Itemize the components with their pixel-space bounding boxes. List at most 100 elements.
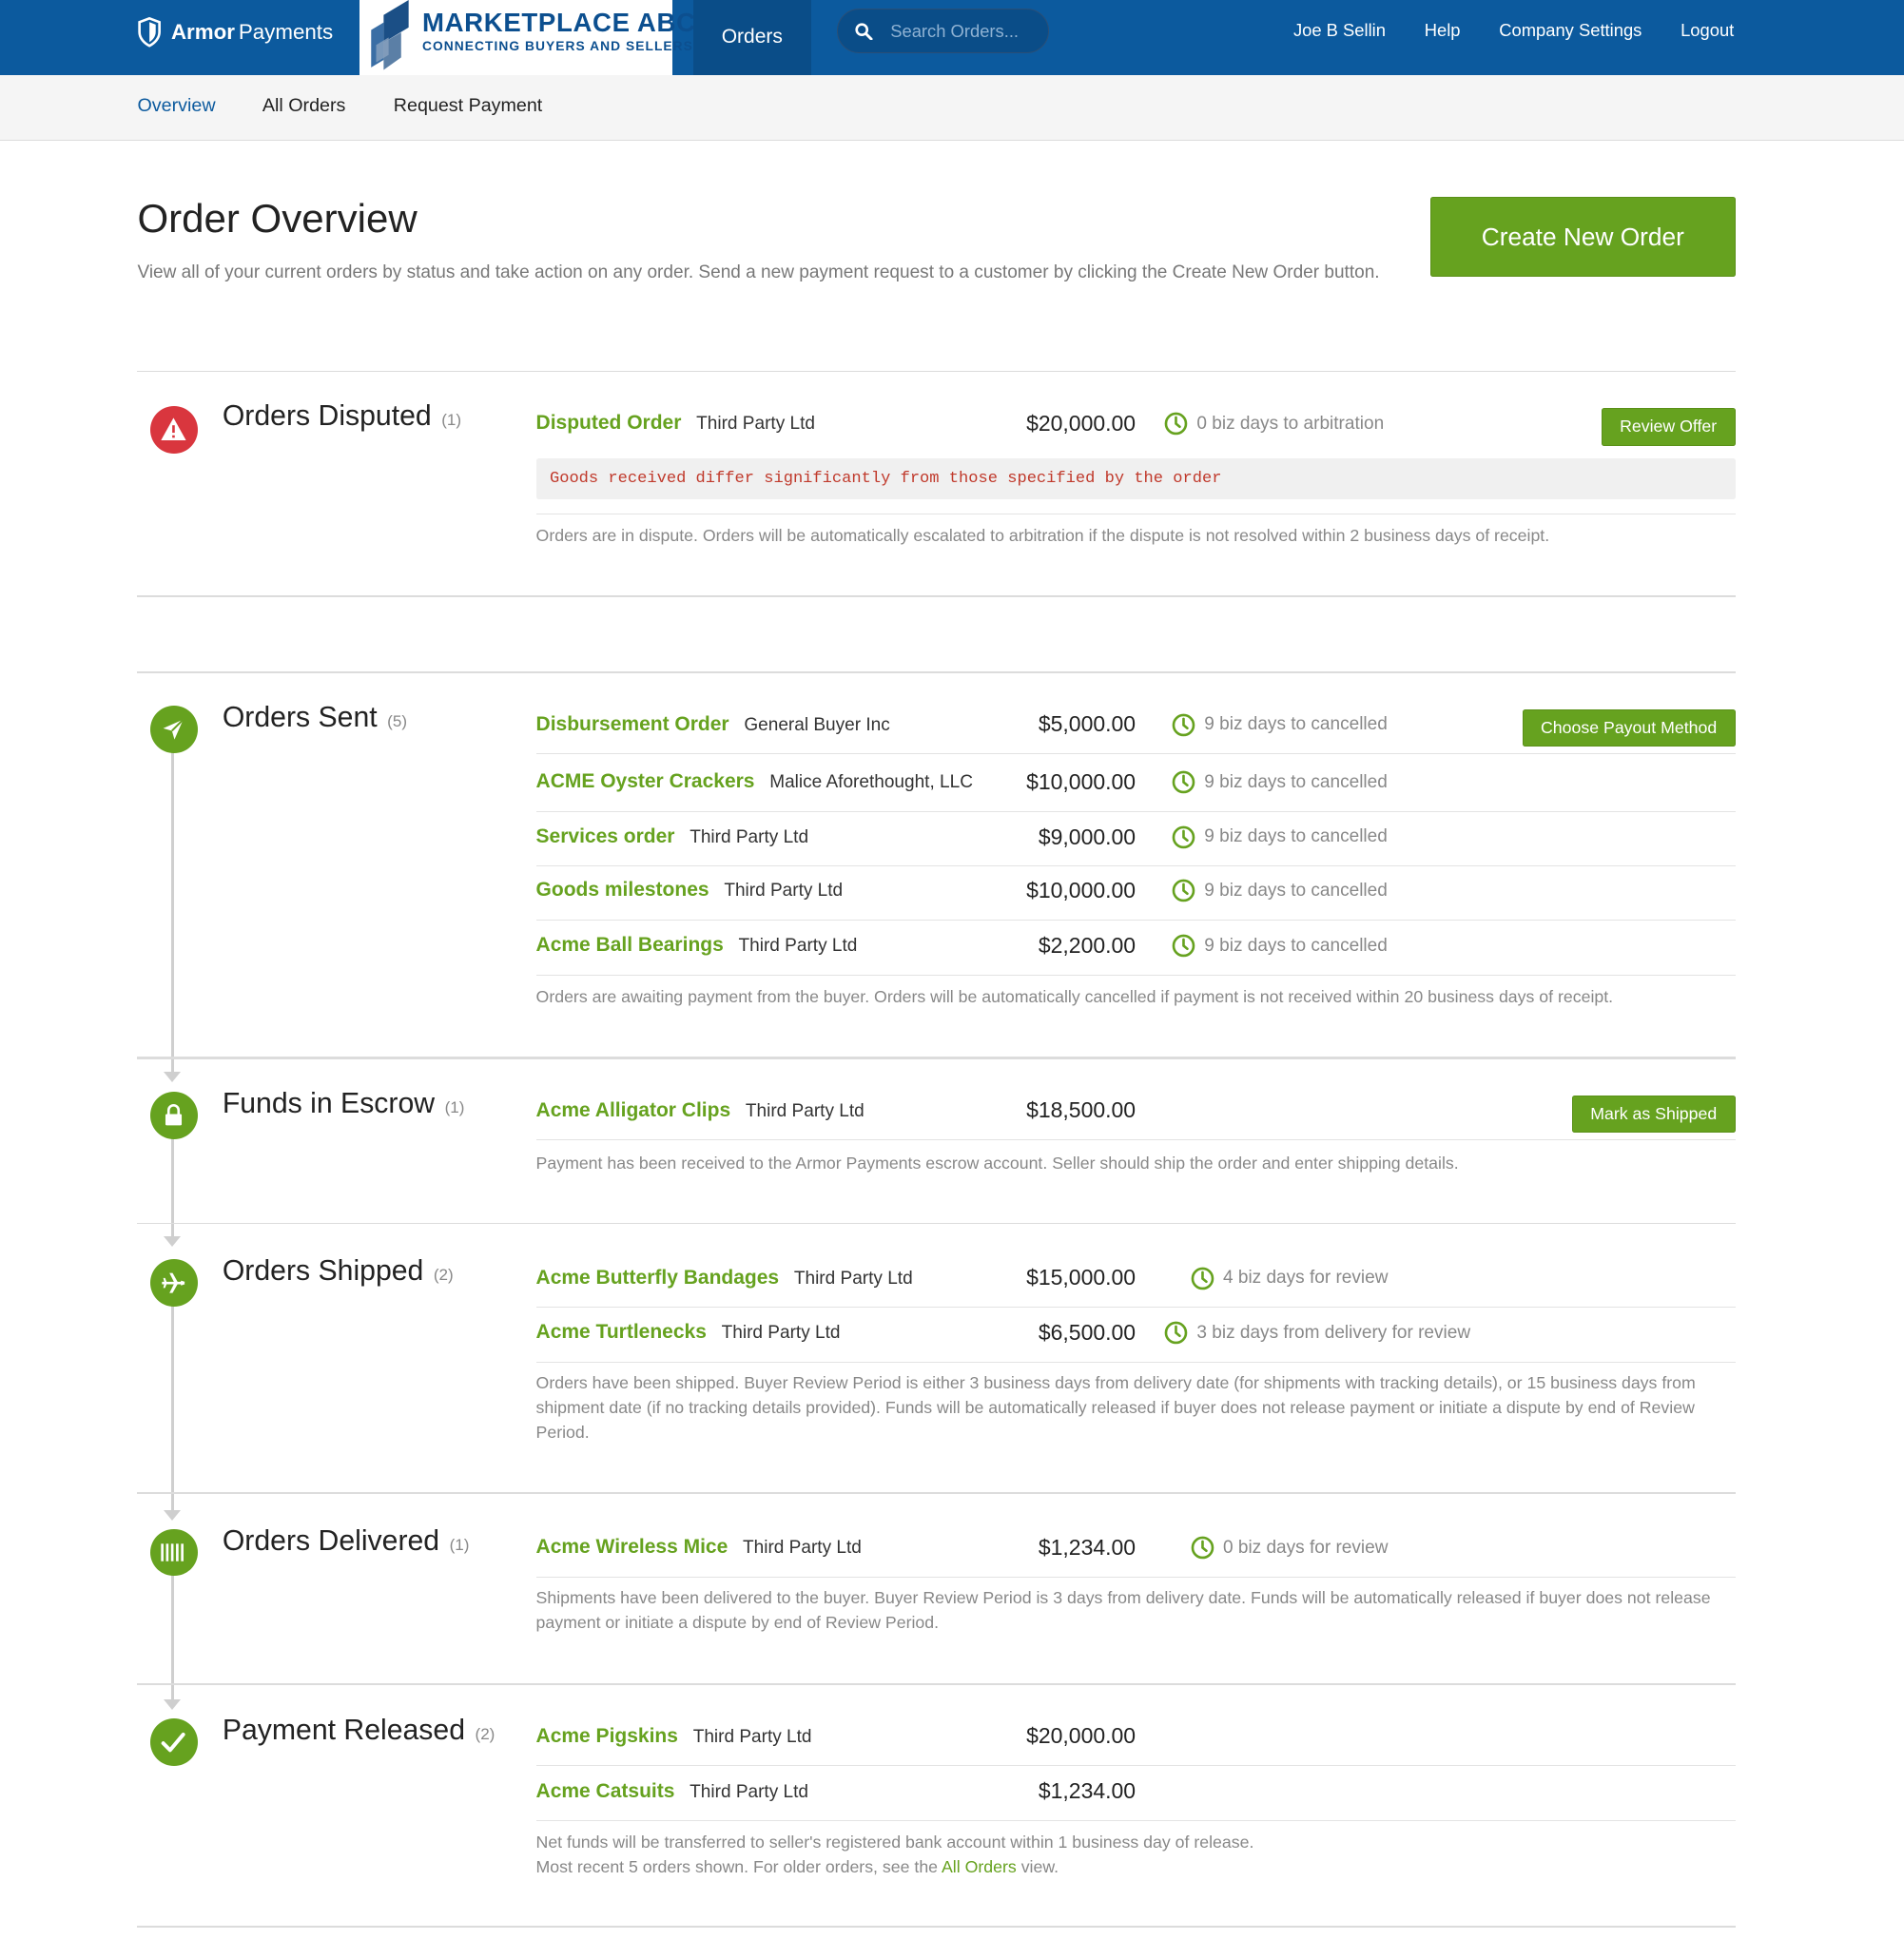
order-row: Disbursement Order General Buyer Inc $5,0… [535, 699, 1736, 755]
order-amount: $6,500.00 [1038, 1320, 1137, 1346]
order-row: Acme Catsuits Third Party Ltd $1,234.00 [535, 1766, 1736, 1821]
barcode-icon [161, 1543, 185, 1561]
order-link[interactable]: ACME Oyster Crackers Malice Aforethought,… [536, 770, 973, 793]
clock-icon [1172, 713, 1195, 737]
escrow-stage-badge [149, 1091, 198, 1139]
order-row: Acme Pigskins Third Party Ltd $20,000.00 [535, 1711, 1736, 1767]
order-status: 9 biz days to cancelled [1172, 934, 1388, 958]
status-text: 9 biz days to cancelled [1204, 771, 1388, 792]
order-name: Acme Butterfly Bandages [535, 1266, 780, 1289]
order-row: Acme Ball Bearings Third Party Ltd $2,200… [535, 921, 1736, 976]
order-row: Acme Wireless Mice Third Party Ltd $1,234… [535, 1523, 1736, 1578]
page-description: View all of your current orders by statu… [137, 262, 1380, 282]
order-party: Third Party Ltd [692, 1726, 812, 1747]
shipped-stage-badge [149, 1258, 198, 1307]
order-link[interactable]: Acme Pigskins Third Party Ltd [536, 1725, 812, 1748]
create-new-order-button[interactable]: Create New Order [1430, 197, 1736, 278]
clock-icon [1172, 825, 1195, 849]
timeline-arrow [164, 1071, 182, 1083]
order-name: Acme Pigskins [535, 1724, 678, 1747]
status-text: 9 biz days to cancelled [1204, 880, 1388, 901]
note-text: view. [1020, 1857, 1059, 1877]
status-text: 9 biz days to cancelled [1204, 826, 1388, 847]
order-name: Services order [535, 824, 675, 847]
lock-icon [165, 1103, 183, 1126]
order-amount: $20,000.00 [1026, 410, 1137, 436]
divider [137, 671, 1736, 673]
order-link[interactable]: Acme Catsuits Third Party Ltd [536, 1780, 808, 1803]
status-text: 9 biz days to cancelled [1204, 935, 1388, 956]
mark-as-shipped-button[interactable]: Mark as Shipped [1571, 1095, 1736, 1134]
timeline-arrow [164, 1699, 182, 1711]
section-title-text: Orders Disputed [222, 400, 432, 433]
order-party: Third Party Ltd [738, 936, 858, 957]
order-name: Disputed Order [535, 412, 682, 435]
dispute-reason: Goods received differ significantly from… [535, 457, 1736, 500]
order-amount: $18,500.00 [1026, 1097, 1137, 1123]
section-note: Shipments have been delivered to the buy… [535, 1587, 1711, 1632]
choose-payout-method-button[interactable]: Choose Payout Method [1522, 708, 1736, 747]
section-note: Orders are awaiting payment from the buy… [535, 986, 1614, 1006]
delivered-title: Orders Delivered (1) [223, 1525, 470, 1558]
order-name: ACME Oyster Crackers [535, 770, 755, 793]
order-status: 9 biz days to cancelled [1172, 713, 1388, 737]
order-link[interactable]: Goods milestones Third Party Ltd [536, 879, 844, 902]
order-amount: $15,000.00 [1026, 1265, 1137, 1290]
order-link[interactable]: Acme Wireless Mice Third Party Ltd [536, 1536, 862, 1559]
order-party: Third Party Ltd [696, 414, 815, 435]
review-offer-button[interactable]: Review Offer [1601, 408, 1736, 446]
order-status: 0 biz days for review [1191, 1536, 1388, 1560]
order-row: Goods milestones Third Party Ltd $10,000.… [535, 865, 1736, 921]
order-link[interactable]: Acme Ball Bearings Third Party Ltd [536, 934, 858, 957]
section-note: Orders have been shipped. Buyer Review P… [535, 1372, 1696, 1443]
section-title-text: Funds in Escrow [222, 1087, 436, 1119]
disputed-stage-badge [149, 405, 198, 454]
released-title: Payment Released (2) [223, 1715, 495, 1747]
order-amount: $9,000.00 [1038, 824, 1137, 849]
order-link[interactable]: Disbursement Order General Buyer Inc [536, 713, 890, 736]
order-name: Acme Ball Bearings [535, 934, 724, 957]
timeline-line [170, 1304, 174, 1510]
order-name: Goods milestones [535, 879, 709, 902]
order-name: Acme Alligator Clips [535, 1098, 731, 1121]
divider [137, 1222, 1736, 1224]
order-link[interactable]: Acme Butterfly Bandages Third Party Ltd [536, 1267, 913, 1290]
all-orders-link[interactable]: All Orders [942, 1857, 1017, 1876]
escrow-title: Funds in Escrow (1) [223, 1088, 465, 1120]
order-status: 3 biz days from delivery for review [1164, 1321, 1470, 1345]
order-amount: $5,000.00 [1038, 711, 1137, 737]
order-link[interactable]: Services order Third Party Ltd [536, 825, 809, 848]
section-count: (1) [444, 1097, 465, 1116]
timeline-line [170, 1575, 174, 1700]
divider [137, 595, 1736, 597]
status-text: 4 biz days for review [1222, 1268, 1389, 1289]
shipped-title: Orders Shipped (2) [223, 1255, 454, 1288]
order-link[interactable]: Acme Alligator Clips Third Party Ltd [536, 1099, 865, 1122]
timeline-line [170, 1134, 174, 1237]
timeline-arrow [164, 1236, 182, 1248]
order-party: Third Party Ltd [745, 1100, 865, 1121]
order-amount: $20,000.00 [1026, 1723, 1137, 1749]
order-status: 4 biz days for review [1191, 1267, 1389, 1290]
order-party: Third Party Ltd [690, 826, 809, 847]
note-line: Net funds will be transferred to seller'… [535, 1833, 1254, 1852]
divider [137, 1683, 1736, 1685]
airplane-icon [162, 1272, 185, 1293]
order-name: Disbursement Order [535, 712, 729, 735]
order-row: Services order Third Party Ltd $9,000.00 … [535, 812, 1736, 867]
clock-icon [1164, 1322, 1188, 1345]
order-row: Acme Turtlenecks Third Party Ltd $6,500.0… [535, 1308, 1736, 1363]
order-party: Third Party Ltd [793, 1268, 913, 1289]
order-link[interactable]: Acme Turtlenecks Third Party Ltd [536, 1321, 841, 1344]
status-text: 9 biz days to cancelled [1204, 714, 1388, 735]
section-count: (1) [449, 1535, 470, 1554]
order-name: Acme Catsuits [535, 1779, 675, 1802]
order-amount: $2,200.00 [1038, 932, 1137, 958]
order-amount: $10,000.00 [1026, 878, 1137, 903]
main-content: Order Overview View all of your current … [0, 0, 1904, 1928]
order-link[interactable]: Disputed Order Third Party Ltd [536, 412, 815, 435]
order-party: Third Party Ltd [690, 1781, 808, 1802]
section-title-text: Orders Sent [222, 701, 378, 733]
order-party: General Buyer Inc [744, 714, 890, 735]
section-title-text: Orders Delivered [222, 1524, 440, 1557]
